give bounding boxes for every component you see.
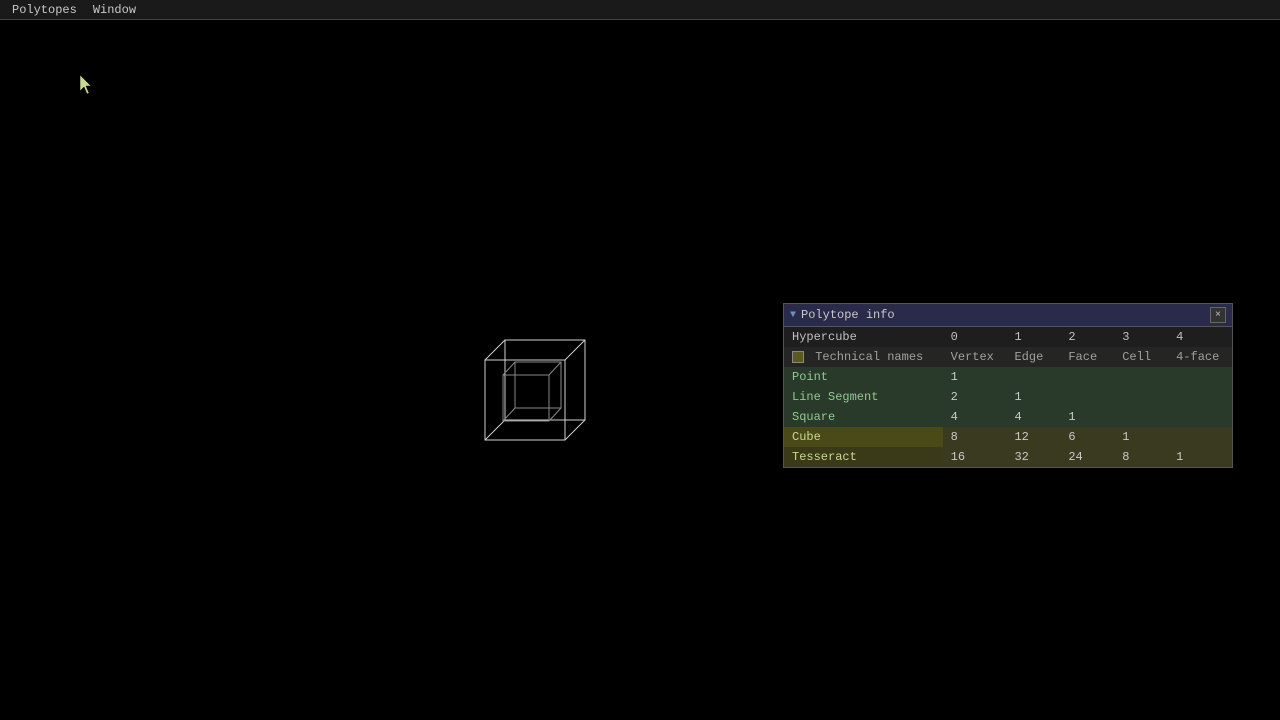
panel-arrow: ▼ xyxy=(790,310,796,321)
square-val1: 4 xyxy=(1006,407,1060,427)
panel-title: Polytope info xyxy=(801,308,895,322)
cursor xyxy=(80,75,96,95)
cube-val2: 6 xyxy=(1060,427,1114,447)
row-name-square: Square xyxy=(784,407,943,427)
header-col2: 2 xyxy=(1060,327,1114,347)
menu-polytopes[interactable]: Polytopes xyxy=(4,0,85,19)
tech-names-label: Technical names xyxy=(784,347,943,367)
row-name-point: Point xyxy=(784,367,943,387)
color-swatch xyxy=(792,351,804,363)
point-val4 xyxy=(1168,367,1232,387)
point-val2 xyxy=(1060,367,1114,387)
row-name-cube: Cube xyxy=(784,427,943,447)
table-row-square: Square 4 4 1 xyxy=(784,407,1232,427)
square-val4 xyxy=(1168,407,1232,427)
row-name-linesegment: Line Segment xyxy=(784,387,943,407)
point-val3 xyxy=(1114,367,1168,387)
tech-vertex: Vertex xyxy=(943,347,1007,367)
tech-cell: Cell xyxy=(1114,347,1168,367)
header-hypercube: Hypercube xyxy=(784,327,943,347)
close-button[interactable]: × xyxy=(1210,307,1226,323)
lineseg-val1: 1 xyxy=(1006,387,1060,407)
header-col1: 1 xyxy=(1006,327,1060,347)
menubar: Polytopes Window xyxy=(0,0,1280,20)
header-col3: 3 xyxy=(1114,327,1168,347)
tech-names-row: Technical names Vertex Edge Face Cell 4-… xyxy=(784,347,1232,367)
row-name-tesseract: Tesseract xyxy=(784,447,943,467)
lineseg-val4 xyxy=(1168,387,1232,407)
cube-wireframe xyxy=(445,320,605,480)
header-col0: 0 xyxy=(943,327,1007,347)
cube-val4 xyxy=(1168,427,1232,447)
cube-val1: 12 xyxy=(1006,427,1060,447)
info-table: Hypercube 0 1 2 3 4 Technical names Vert… xyxy=(784,327,1232,467)
header-col4: 4 xyxy=(1168,327,1232,347)
tesseract-val4: 1 xyxy=(1168,447,1232,467)
tech-face: Face xyxy=(1060,347,1114,367)
point-val0: 1 xyxy=(943,367,1007,387)
table-row-point: Point 1 xyxy=(784,367,1232,387)
square-val0: 4 xyxy=(943,407,1007,427)
tesseract-val3: 8 xyxy=(1114,447,1168,467)
info-panel: ▼ Polytope info × Hypercube 0 1 2 3 4 xyxy=(783,303,1233,468)
tesseract-val2: 24 xyxy=(1060,447,1114,467)
menu-window[interactable]: Window xyxy=(85,0,144,19)
point-val1 xyxy=(1006,367,1060,387)
square-val3 xyxy=(1114,407,1168,427)
panel-titlebar: ▼ Polytope info × xyxy=(784,304,1232,327)
cube-val3: 1 xyxy=(1114,427,1168,447)
canvas-area[interactable]: ▼ Polytope info × Hypercube 0 1 2 3 4 xyxy=(0,20,1280,720)
table-row-cube: Cube 8 12 6 1 xyxy=(784,427,1232,447)
table-row-linesegment: Line Segment 2 1 xyxy=(784,387,1232,407)
tech-4face: 4-face xyxy=(1168,347,1232,367)
tesseract-val0: 16 xyxy=(943,447,1007,467)
square-val2: 1 xyxy=(1060,407,1114,427)
cube-val0: 8 xyxy=(943,427,1007,447)
lineseg-val3 xyxy=(1114,387,1168,407)
tech-edge: Edge xyxy=(1006,347,1060,367)
lineseg-val0: 2 xyxy=(943,387,1007,407)
tesseract-val1: 32 xyxy=(1006,447,1060,467)
table-row-tesseract: Tesseract 16 32 24 8 1 xyxy=(784,447,1232,467)
table-header-row: Hypercube 0 1 2 3 4 xyxy=(784,327,1232,347)
lineseg-val2 xyxy=(1060,387,1114,407)
